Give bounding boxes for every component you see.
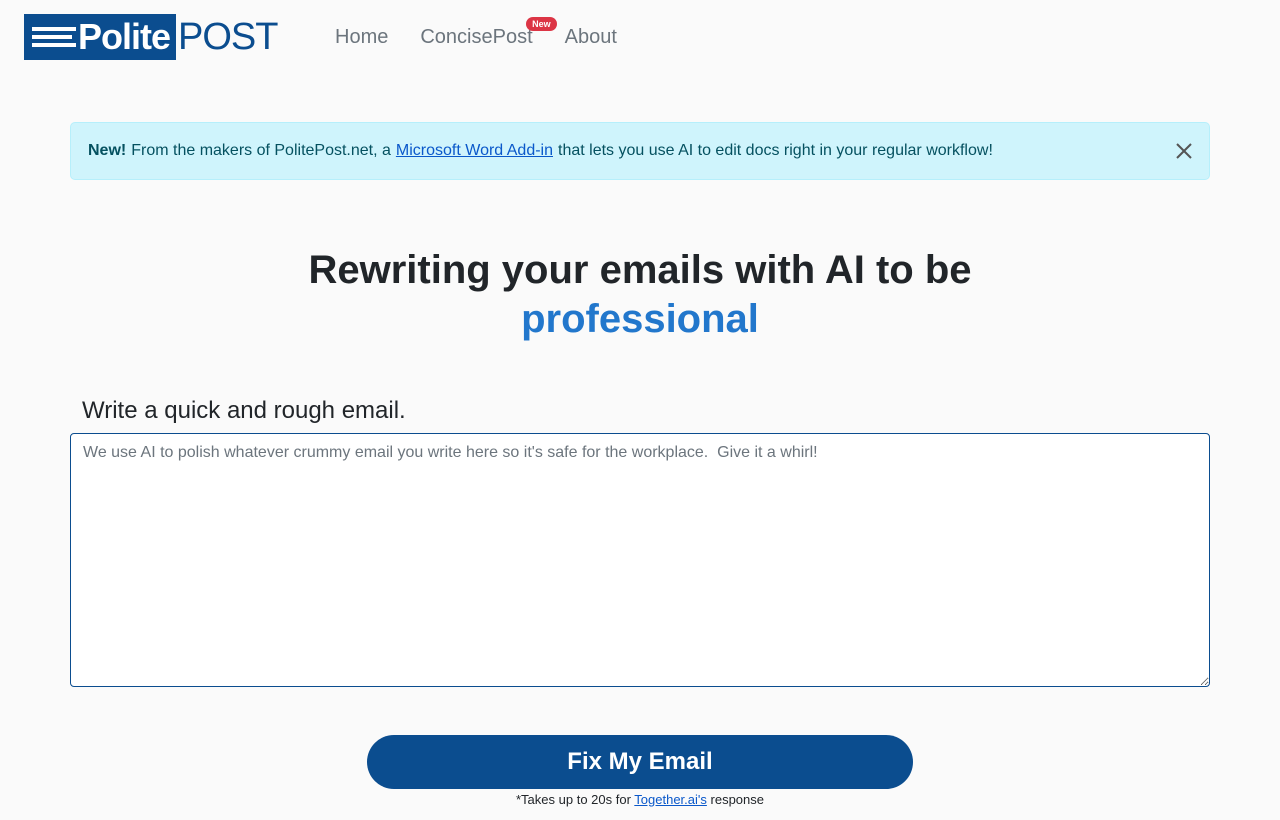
navbar: Polite POST Home ConcisePost New About: [0, 0, 1280, 80]
close-icon[interactable]: [1173, 140, 1195, 162]
hero-title-text: Rewriting your emails with AI to be: [308, 248, 972, 292]
hero-title-accent: professional: [521, 297, 759, 341]
email-textarea[interactable]: [70, 433, 1210, 687]
logo-text-polite: Polite: [78, 16, 171, 57]
logo-text-post: POST: [178, 16, 278, 58]
email-label: Write a quick and rough email.: [82, 397, 406, 424]
logo-link[interactable]: Polite POST: [24, 14, 278, 60]
new-badge: New: [526, 17, 557, 31]
nav-concisepost[interactable]: ConcisePost New: [420, 17, 557, 49]
word-addin-link[interactable]: Microsoft Word Add-in: [396, 142, 553, 160]
fix-email-button[interactable]: Fix My Email: [367, 735, 913, 789]
nav-about[interactable]: About: [565, 26, 617, 49]
response-time-note: *Takes up to 20s for Together.ai's respo…: [0, 792, 1280, 807]
together-ai-link[interactable]: Together.ai's: [634, 792, 707, 807]
alert-text-before: From the makers of PolitePost.net, a: [131, 142, 391, 159]
main-nav: Home ConcisePost New About: [335, 17, 617, 49]
announcement-alert: New! From the makers of PolitePost.net, …: [70, 122, 1210, 180]
footnote-after: response: [710, 792, 764, 807]
logo-mark: Polite: [24, 14, 177, 60]
alert-text-after: that lets you use AI to edit docs right …: [558, 142, 993, 159]
page: Polite POST Home ConcisePost New About Ne…: [0, 0, 1280, 820]
nav-concisepost-label: ConcisePost: [420, 26, 533, 48]
hero-title: Rewriting your emails with AI to be prof…: [0, 246, 1280, 344]
alert-strong: New!: [88, 142, 127, 159]
nav-home[interactable]: Home: [335, 26, 388, 49]
logo-lines-icon: [32, 27, 76, 47]
footnote-before: *Takes up to 20s for: [516, 792, 631, 807]
